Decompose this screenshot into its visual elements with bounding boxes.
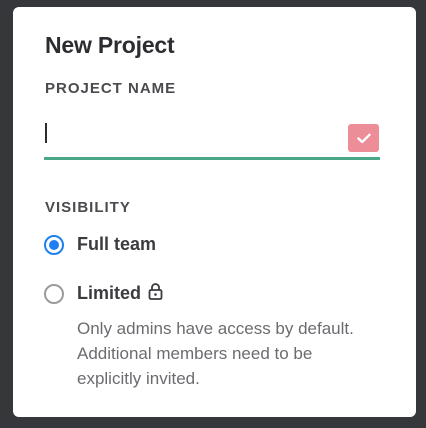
visibility-option-full-team[interactable]: Full team <box>44 234 156 255</box>
text-caret <box>45 123 47 143</box>
visibility-label: VISIBILITY <box>45 199 131 216</box>
full-team-radio[interactable] <box>44 234 64 255</box>
project-name-label: PROJECT NAME <box>45 80 177 97</box>
full-team-label[interactable]: Full team <box>77 234 156 255</box>
project-name-field[interactable] <box>44 113 380 160</box>
project-name-input[interactable] <box>44 113 344 155</box>
new-project-dialog: New Project PROJECT NAME VISIBILITY Full… <box>13 7 416 417</box>
limited-radio[interactable] <box>44 283 64 304</box>
dialog-title: New Project <box>45 32 175 58</box>
input-underline <box>44 157 380 160</box>
limited-description: Only admins have access by default. Addi… <box>77 319 354 388</box>
confirm-check-button[interactable] <box>348 124 379 152</box>
check-icon <box>356 133 371 143</box>
limited-label[interactable]: Limited <box>77 283 141 304</box>
lock-icon <box>148 282 163 305</box>
visibility-option-limited[interactable]: Limited <box>44 282 163 305</box>
